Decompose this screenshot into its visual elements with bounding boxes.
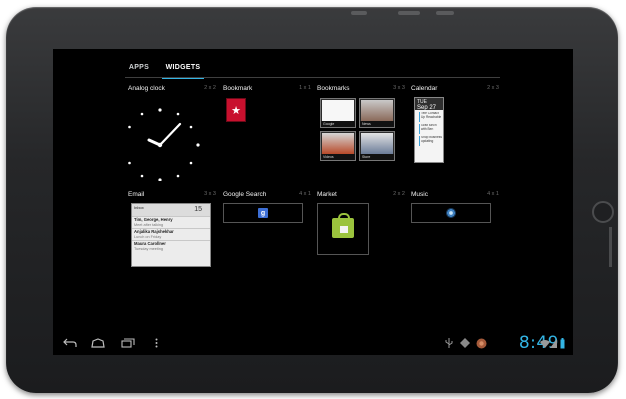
email-unread-count: 15 — [194, 206, 202, 213]
widget-size: 3 x 3 — [393, 85, 405, 91]
bookmark-thumbnail: News — [359, 98, 395, 128]
bookmarks-preview-grid: Google News Videos Store — [320, 98, 396, 161]
widget-title: Google Search — [223, 191, 267, 198]
signal-icon — [550, 336, 557, 350]
email-row: Tim, George, Henry Meet after talking — [132, 216, 210, 228]
tab-divider — [125, 77, 500, 78]
screen: APPS WIDGETS Analog clock 2 x 2 Bookmark… — [53, 49, 573, 355]
battery-icon — [560, 336, 565, 350]
google-search-preview: g — [223, 203, 303, 223]
widget-analog-clock[interactable]: Analog clock 2 x 2 — [128, 85, 216, 185]
power-button — [351, 11, 367, 15]
bookmark-thumbnail: Google — [320, 98, 356, 128]
front-camera — [592, 201, 614, 223]
calendar-date: Sep 27 — [417, 105, 437, 111]
email-account: Inbox — [134, 205, 144, 210]
widget-size: 3 x 3 — [204, 191, 216, 197]
tab-apps[interactable]: APPS — [125, 58, 153, 76]
widget-title: Bookmark — [223, 85, 253, 92]
home-icon[interactable] — [89, 335, 107, 351]
tab-widgets[interactable]: WIDGETS — [162, 58, 204, 79]
widget-bookmarks[interactable]: Bookmarks 3 x 3 Google News Videos Store — [317, 85, 405, 185]
calendar-event: Shop business updating — [419, 136, 442, 146]
wifi-icon — [540, 336, 550, 350]
widget-email[interactable]: Email 3 x 3 Inbox 15 Tim, George, Henry … — [128, 191, 216, 291]
widget-music[interactable]: Music 4 x 1 — [411, 191, 499, 291]
widget-bookmark[interactable]: Bookmark 1 x 1 ★ — [223, 85, 311, 185]
menu-icon[interactable] — [151, 335, 161, 351]
widget-title: Email — [128, 191, 145, 198]
widget-size: 1 x 1 — [299, 85, 311, 91]
system-bar: 8:49 — [53, 331, 573, 355]
email-header: Inbox 15 — [132, 204, 210, 216]
widget-title: Bookmarks — [317, 85, 350, 92]
recent-apps-icon[interactable] — [119, 335, 137, 351]
email-subject: Lunch on Friday — [134, 234, 162, 239]
widget-size: 4 x 1 — [487, 191, 499, 197]
email-subject: Meet after talking — [134, 222, 164, 227]
calendar-preview: TUE Sep 27 Tele Contact Up Reachable Gra… — [414, 97, 444, 163]
thumbnail-caption: News — [360, 121, 394, 127]
music-preview — [411, 203, 491, 223]
market-bag-icon — [332, 213, 354, 238]
widget-size: 2 x 3 — [487, 85, 499, 91]
widget-google-search[interactable]: Google Search 4 x 1 g — [223, 191, 311, 291]
widget-title: Music — [411, 191, 428, 198]
google-icon: g — [258, 208, 268, 218]
market-preview — [317, 203, 369, 255]
calendar-header: TUE Sep 27 — [415, 98, 443, 111]
widget-market[interactable]: Market 2 x 2 — [317, 191, 405, 291]
email-row: Maura Carollner Tuesday meeting — [132, 240, 210, 252]
android-debug-icon — [460, 336, 470, 350]
calendar-event: Grab lunch with Ben — [419, 124, 442, 134]
thumbnail-caption: Store — [360, 154, 394, 160]
widget-size: 4 x 1 — [299, 191, 311, 197]
thumbnail-caption: Videos — [321, 154, 355, 160]
calendar-event: Tele Contact Up Reachable — [419, 112, 442, 122]
notification-icon — [476, 336, 487, 350]
volume-button — [398, 11, 420, 15]
widget-title: Calendar — [411, 85, 438, 92]
thumbnail-caption: Google — [321, 121, 355, 127]
bookmark-star-icon: ★ — [227, 99, 245, 121]
widget-title: Analog clock — [128, 85, 165, 92]
volume-button-2 — [436, 11, 454, 15]
email-subject: Tuesday meeting — [134, 246, 163, 251]
music-icon — [446, 208, 456, 218]
widget-calendar[interactable]: Calendar 2 x 3 TUE Sep 27 Tele Contact U… — [411, 85, 499, 185]
email-row: Anjalika Rajshekhar Lunch on Friday — [132, 228, 210, 240]
bookmark-thumbnail: Store — [359, 131, 395, 161]
back-icon[interactable] — [61, 335, 79, 351]
side-port — [609, 227, 612, 267]
widget-title: Market — [317, 191, 337, 198]
analog-clock-preview — [128, 108, 200, 181]
bookmark-thumbnail: Videos — [320, 131, 356, 161]
widget-size: 2 x 2 — [393, 191, 405, 197]
usb-icon — [445, 336, 453, 350]
email-preview: Inbox 15 Tim, George, Henry Meet after t… — [131, 203, 211, 267]
widget-size: 2 x 2 — [204, 85, 216, 91]
